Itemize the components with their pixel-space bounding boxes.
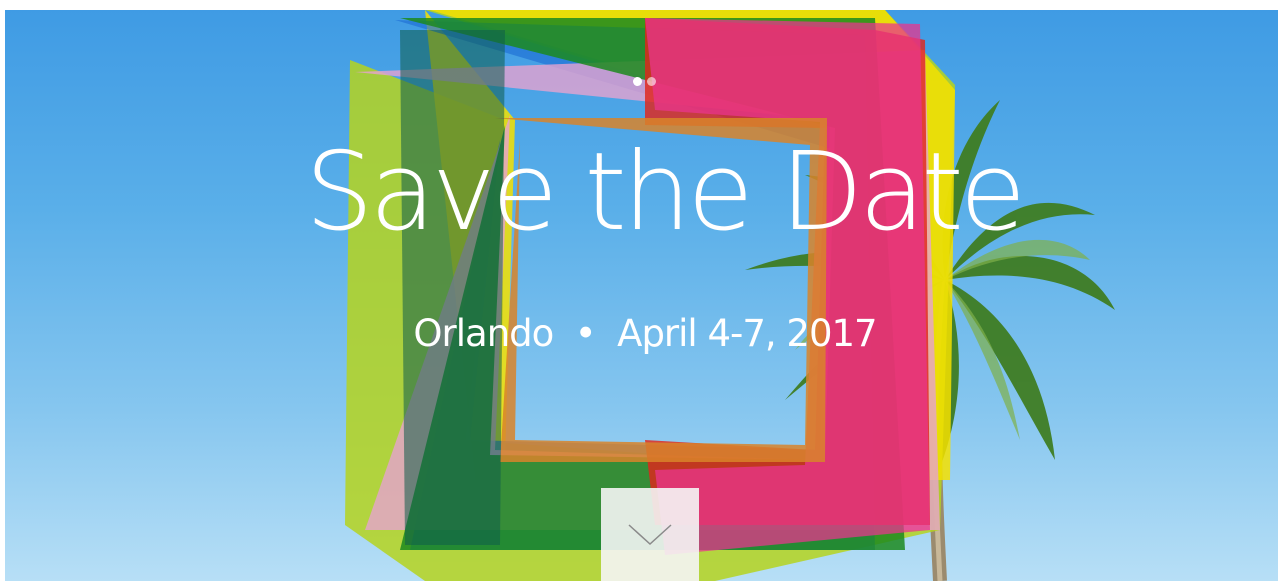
carousel-dot-1[interactable] (633, 77, 642, 86)
carousel-dot-2[interactable] (647, 77, 656, 86)
scroll-down-button[interactable] (601, 488, 699, 581)
carousel-dots (633, 77, 673, 91)
event-location-date: Orlando • April 4-7, 2017 (413, 312, 877, 355)
chevron-down-icon (628, 524, 672, 546)
page-title: Save the Date (305, 130, 1026, 255)
hero-banner: Save the Date Orlando • April 4-7, 2017 (5, 10, 1278, 581)
